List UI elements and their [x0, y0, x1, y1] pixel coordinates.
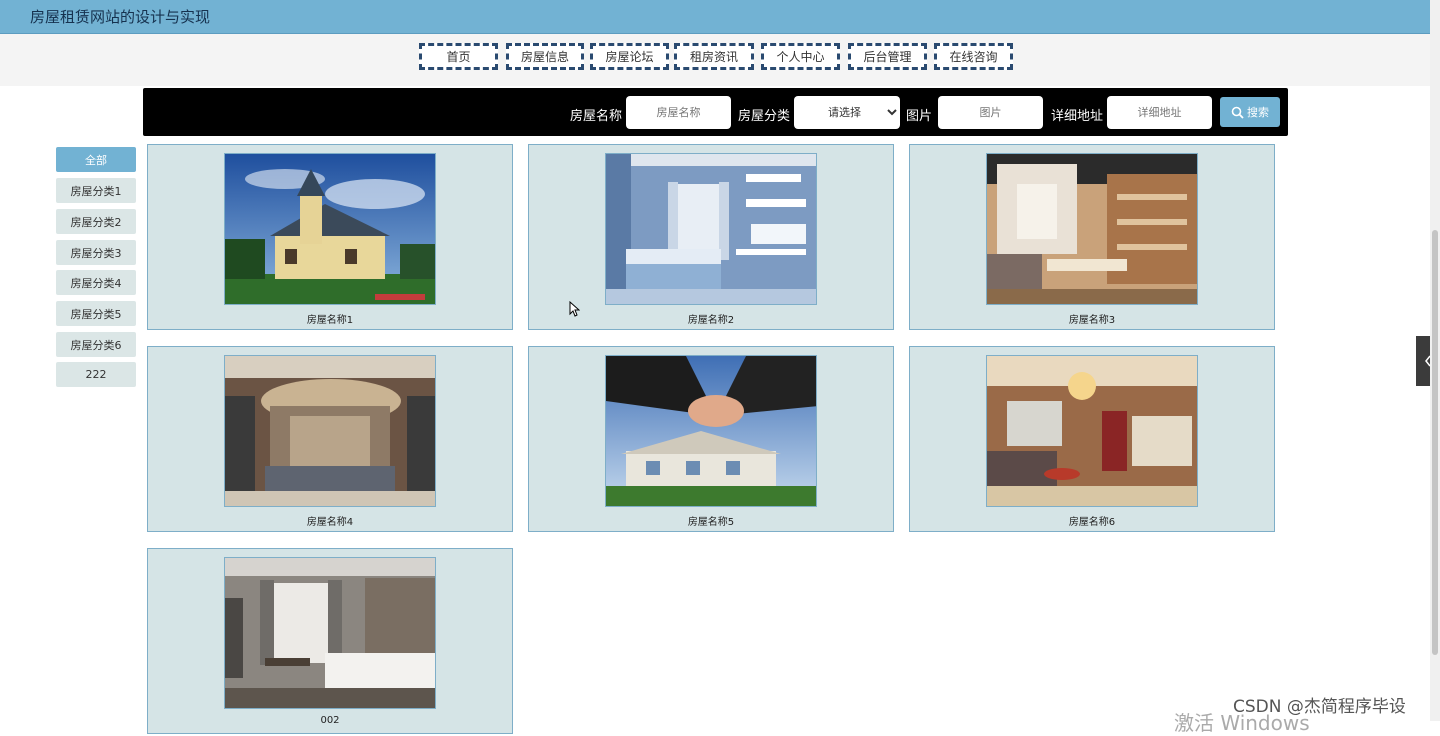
category-select[interactable]: 请选择	[794, 96, 900, 129]
listing-name[interactable]: 房屋名称1	[148, 311, 512, 326]
loft-dining-photo[interactable]	[986, 153, 1198, 305]
category-label: 房屋分类	[738, 109, 791, 124]
address-label: 详细地址	[1051, 109, 1104, 124]
listing-card[interactable]: 002	[147, 548, 513, 734]
listing-name[interactable]: 房屋名称4	[148, 513, 512, 528]
category-item-4[interactable]: 房屋分类4	[56, 270, 136, 295]
search-button-label: 搜索	[1247, 106, 1269, 119]
modern-bedroom-photo[interactable]	[224, 557, 436, 709]
listing-name[interactable]: 房屋名称6	[910, 513, 1274, 528]
image-input[interactable]	[938, 96, 1043, 129]
address-input[interactable]	[1107, 96, 1212, 129]
category-item-3[interactable]: 房屋分类3	[56, 240, 136, 265]
victorian-house-photo[interactable]	[224, 153, 436, 305]
header-bar: 房屋租赁网站的设计与实现	[0, 0, 1430, 34]
listing-card[interactable]: 房屋名称5	[528, 346, 894, 532]
living-room-photo[interactable]	[224, 355, 436, 507]
handshake-house-photo[interactable]	[605, 355, 817, 507]
listing-card[interactable]: 房屋名称1	[147, 144, 513, 330]
mouse-cursor-icon	[569, 301, 580, 317]
nav-home[interactable]: 首页	[419, 43, 498, 70]
category-all[interactable]: 全部	[56, 147, 136, 172]
scrollbar-thumb[interactable]	[1432, 230, 1438, 655]
image-label: 图片	[906, 109, 933, 124]
nav-rental-news[interactable]: 租房资讯	[674, 43, 754, 70]
nav-admin[interactable]: 后台管理	[848, 43, 927, 70]
search-icon	[1231, 106, 1244, 119]
hotel-suite-photo[interactable]	[986, 355, 1198, 507]
listing-name[interactable]: 房屋名称5	[529, 513, 893, 528]
nav-forum[interactable]: 房屋论坛	[590, 43, 669, 70]
search-button[interactable]: 搜索	[1220, 97, 1280, 127]
category-item-1[interactable]: 房屋分类1	[56, 178, 136, 203]
nav-personal-center[interactable]: 个人中心	[761, 43, 840, 70]
blue-bedroom-photo[interactable]	[605, 153, 817, 305]
listing-card[interactable]: 房屋名称6	[909, 346, 1275, 532]
category-item-222[interactable]: 222	[56, 362, 136, 387]
category-item-6[interactable]: 房屋分类6	[56, 332, 136, 357]
listing-name[interactable]: 房屋名称2	[529, 311, 893, 326]
site-title: 房屋租赁网站的设计与实现	[30, 8, 211, 26]
listing-card[interactable]: 房屋名称3	[909, 144, 1275, 330]
main-nav: 首页 房屋信息 房屋论坛 租房资讯 个人中心 后台管理 在线咨询	[0, 34, 1430, 86]
category-item-5[interactable]: 房屋分类5	[56, 301, 136, 326]
listing-name[interactable]: 房屋名称3	[910, 311, 1274, 326]
listing-card[interactable]: 房屋名称2	[528, 144, 894, 330]
search-bar: 房屋名称 房屋分类 请选择 图片 详细地址 搜索	[143, 88, 1288, 136]
nav-house-info[interactable]: 房屋信息	[506, 43, 584, 70]
name-input[interactable]	[626, 96, 731, 129]
category-item-2[interactable]: 房屋分类2	[56, 209, 136, 234]
name-label: 房屋名称	[570, 109, 623, 124]
listing-card[interactable]: 房屋名称4	[147, 346, 513, 532]
nav-online-consult[interactable]: 在线咨询	[934, 43, 1013, 70]
windows-activation-watermark: 激活 Windows	[1174, 711, 1310, 735]
